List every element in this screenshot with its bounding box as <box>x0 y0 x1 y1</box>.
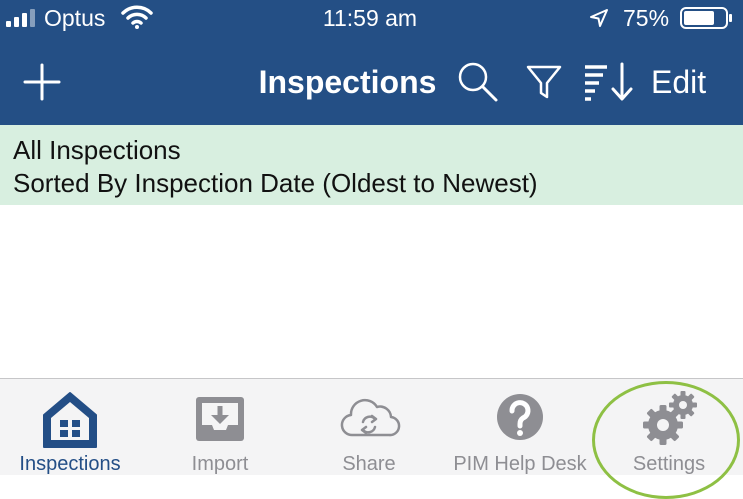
tab-label-inspections: Inspections <box>19 453 121 475</box>
tab-label-pim-help-desk: PIM Help Desk <box>453 453 587 475</box>
gear-icon <box>643 391 697 445</box>
location-arrow-icon <box>590 9 608 27</box>
sort-icon[interactable] <box>582 62 638 102</box>
tab-inspections[interactable]: Inspections <box>0 379 140 476</box>
tab-bar: Inspections Import Share PIM Help Desk S… <box>0 378 743 475</box>
battery-percent: 75% <box>623 5 670 31</box>
filter-icon[interactable] <box>524 62 564 102</box>
tab-share[interactable]: Share <box>299 379 439 476</box>
battery-icon <box>680 7 732 29</box>
cloud-sync-icon <box>340 398 401 437</box>
add-button[interactable] <box>22 62 62 102</box>
status-bar: Optus 11:59 am 75% <box>0 0 743 36</box>
filter-label: All Inspections <box>13 135 181 165</box>
sort-label: Sorted By Inspection Date (Oldest to New… <box>13 168 538 198</box>
app-header: Optus 11:59 am 75% Inspections Edit <box>0 0 743 125</box>
tab-label-import: Import <box>191 453 249 475</box>
import-tray-icon <box>196 397 244 441</box>
wifi-icon <box>121 5 153 29</box>
tab-settings[interactable]: Settings <box>597 379 741 476</box>
tab-pim-help-desk[interactable]: PIM Help Desk <box>449 379 591 476</box>
home-icon <box>43 392 97 448</box>
tab-label-settings: Settings <box>632 453 706 475</box>
carrier-name: Optus <box>44 5 106 31</box>
tab-import[interactable]: Import <box>150 379 290 476</box>
status-time: 11:59 am <box>322 5 418 31</box>
filter-sort-banner: All Inspections Sorted By Inspection Dat… <box>0 125 743 205</box>
search-icon[interactable] <box>456 60 500 104</box>
help-circle-icon <box>497 394 543 440</box>
navigation-bar: Inspections Edit <box>0 44 743 124</box>
signal-icon <box>6 9 35 27</box>
tab-label-share: Share <box>342 453 396 475</box>
page-title: Inspections <box>258 64 437 100</box>
edit-button[interactable]: Edit <box>651 62 706 102</box>
inspections-list <box>0 205 743 378</box>
